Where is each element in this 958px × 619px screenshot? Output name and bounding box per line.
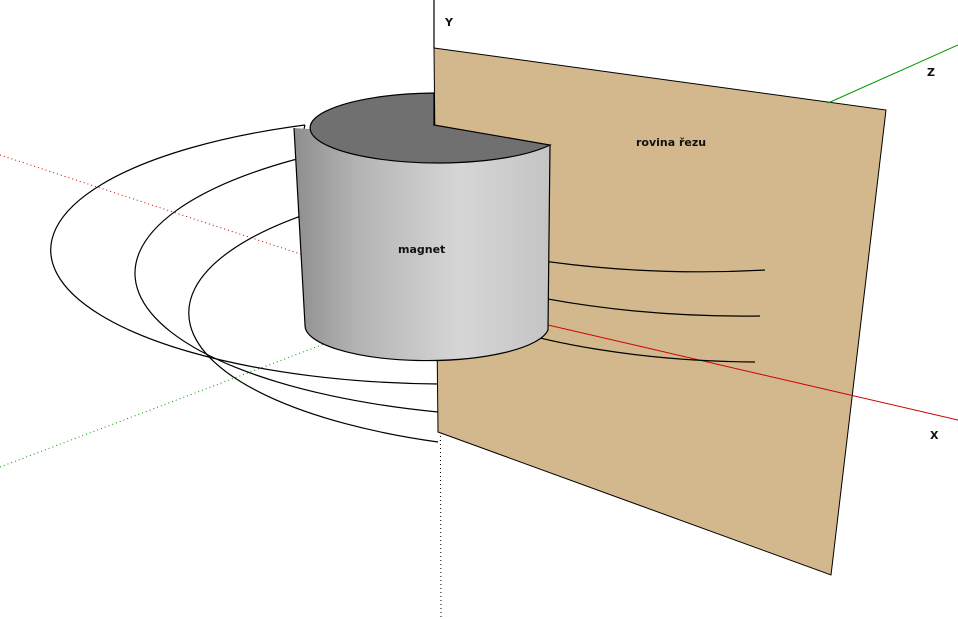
magnet-label: magnet: [398, 243, 445, 256]
axis-x-label: X: [930, 429, 939, 442]
magnet-cut-plane-diagram: magnet rovina řezu Y Z X: [0, 0, 958, 619]
axis-y-label: Y: [444, 16, 454, 29]
cutting-plane-label: rovina řezu: [636, 136, 706, 149]
axis-z-positive: [827, 44, 958, 104]
axis-z-label: Z: [927, 66, 935, 79]
